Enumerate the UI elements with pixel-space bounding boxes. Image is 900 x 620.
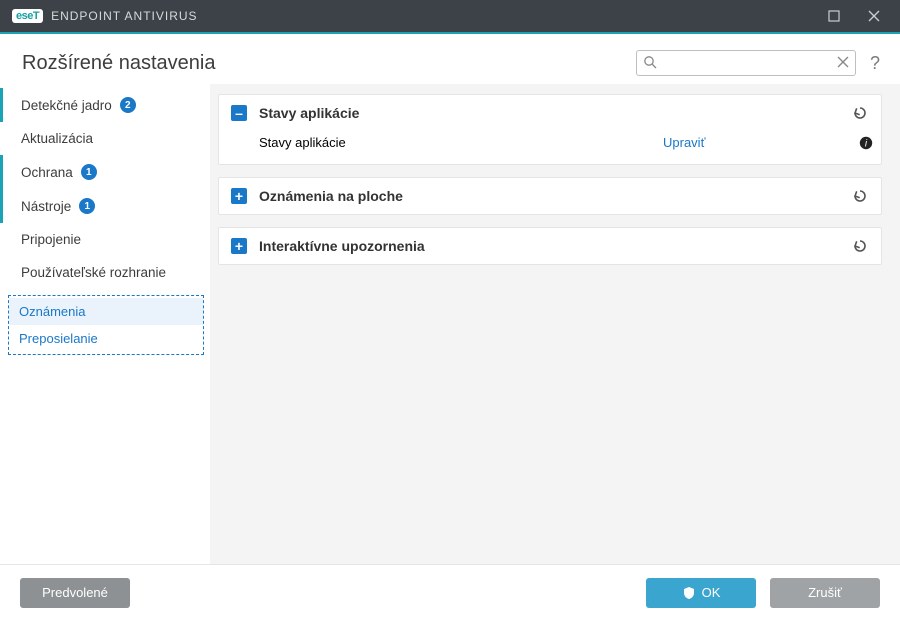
panel-body: Stavy aplikácie Upraviť i <box>219 131 881 164</box>
info-icon: i <box>859 136 873 150</box>
sidebar-item-label: Nástroje <box>21 199 71 214</box>
ok-button[interactable]: OK <box>646 578 756 608</box>
info-button[interactable]: i <box>859 136 867 150</box>
sidebar-badge: 1 <box>81 164 97 180</box>
titlebar: eseT ENDPOINT ANTIVIRUS <box>0 0 900 32</box>
sidebar-item-ui[interactable]: Používateľské rozhranie <box>0 256 210 289</box>
window-close-button[interactable] <box>854 0 894 32</box>
brand-badge: eseT <box>12 9 43 23</box>
sidebar-item-label: Pripojenie <box>21 232 81 247</box>
sidebar-sub-notifications[interactable]: Oznámenia <box>9 298 203 325</box>
panel-title: Oznámenia na ploche <box>259 188 839 204</box>
sidebar-item-protection[interactable]: Ochrana 1 <box>0 155 210 189</box>
reset-button[interactable] <box>851 105 867 121</box>
panel-header[interactable]: – Stavy aplikácie <box>219 95 881 131</box>
square-icon <box>828 10 840 22</box>
undo-icon <box>851 105 867 121</box>
undo-icon <box>851 188 867 204</box>
collapse-icon: – <box>231 105 247 121</box>
panel-header[interactable]: + Oznámenia na ploche <box>219 178 881 214</box>
setting-row-app-states: Stavy aplikácie Upraviť i <box>259 135 867 150</box>
page-header: Rozšírené nastavenia ? <box>0 34 900 84</box>
reset-button[interactable] <box>851 188 867 204</box>
search-input[interactable] <box>637 51 855 75</box>
content-area: – Stavy aplikácie Stavy aplikácie Upravi… <box>210 84 900 588</box>
panel-app-states: – Stavy aplikácie Stavy aplikácie Upravi… <box>218 94 882 165</box>
help-button[interactable]: ? <box>870 53 880 74</box>
panel-title: Stavy aplikácie <box>259 105 839 121</box>
defaults-button[interactable]: Predvolené <box>20 578 130 608</box>
reset-button[interactable] <box>851 238 867 254</box>
sidebar-item-label: Detekčné jadro <box>21 98 112 113</box>
close-icon <box>868 10 880 22</box>
page-title: Rozšírené nastavenia <box>22 52 215 75</box>
panel-desktop-notifications: + Oznámenia na ploche <box>218 177 882 215</box>
sidebar-badge: 2 <box>120 97 136 113</box>
window-maximize-button[interactable] <box>814 0 854 32</box>
search-field-wrap <box>636 50 856 76</box>
search-icon <box>643 55 657 69</box>
expand-icon: + <box>231 188 247 204</box>
sidebar-sub-forwarding[interactable]: Preposielanie <box>9 325 203 352</box>
ok-label: OK <box>702 585 721 600</box>
cancel-button[interactable]: Zrušiť <box>770 578 880 608</box>
sidebar-item-update[interactable]: Aktualizácia <box>0 122 210 155</box>
sidebar-item-connection[interactable]: Pripojenie <box>0 223 210 256</box>
sidebar-badge: 1 <box>79 198 95 214</box>
panel-title: Interaktívne upozornenia <box>259 238 839 254</box>
sidebar-item-tools[interactable]: Nástroje 1 <box>0 189 210 223</box>
shield-icon <box>682 586 696 600</box>
footer: Predvolené OK Zrušiť <box>0 564 900 620</box>
sidebar-item-label: Používateľské rozhranie <box>21 265 166 280</box>
sidebar-item-label: Aktualizácia <box>21 131 93 146</box>
expand-icon: + <box>231 238 247 254</box>
undo-icon <box>851 238 867 254</box>
sidebar-item-detection[interactable]: Detekčné jadro 2 <box>0 88 210 122</box>
panel-header[interactable]: + Interaktívne upozornenia <box>219 228 881 264</box>
search-clear-button[interactable] <box>837 56 849 68</box>
sidebar-item-label: Ochrana <box>21 165 73 180</box>
setting-label: Stavy aplikácie <box>259 135 663 150</box>
sidebar-subgroup: Oznámenia Preposielanie <box>8 295 204 355</box>
x-icon <box>837 56 849 68</box>
app-name: ENDPOINT ANTIVIRUS <box>51 9 197 23</box>
setting-edit-link[interactable]: Upraviť <box>663 135 843 150</box>
panel-interactive-alerts: + Interaktívne upozornenia <box>218 227 882 265</box>
sidebar: Detekčné jadro 2 Aktualizácia Ochrana 1 … <box>0 84 210 588</box>
